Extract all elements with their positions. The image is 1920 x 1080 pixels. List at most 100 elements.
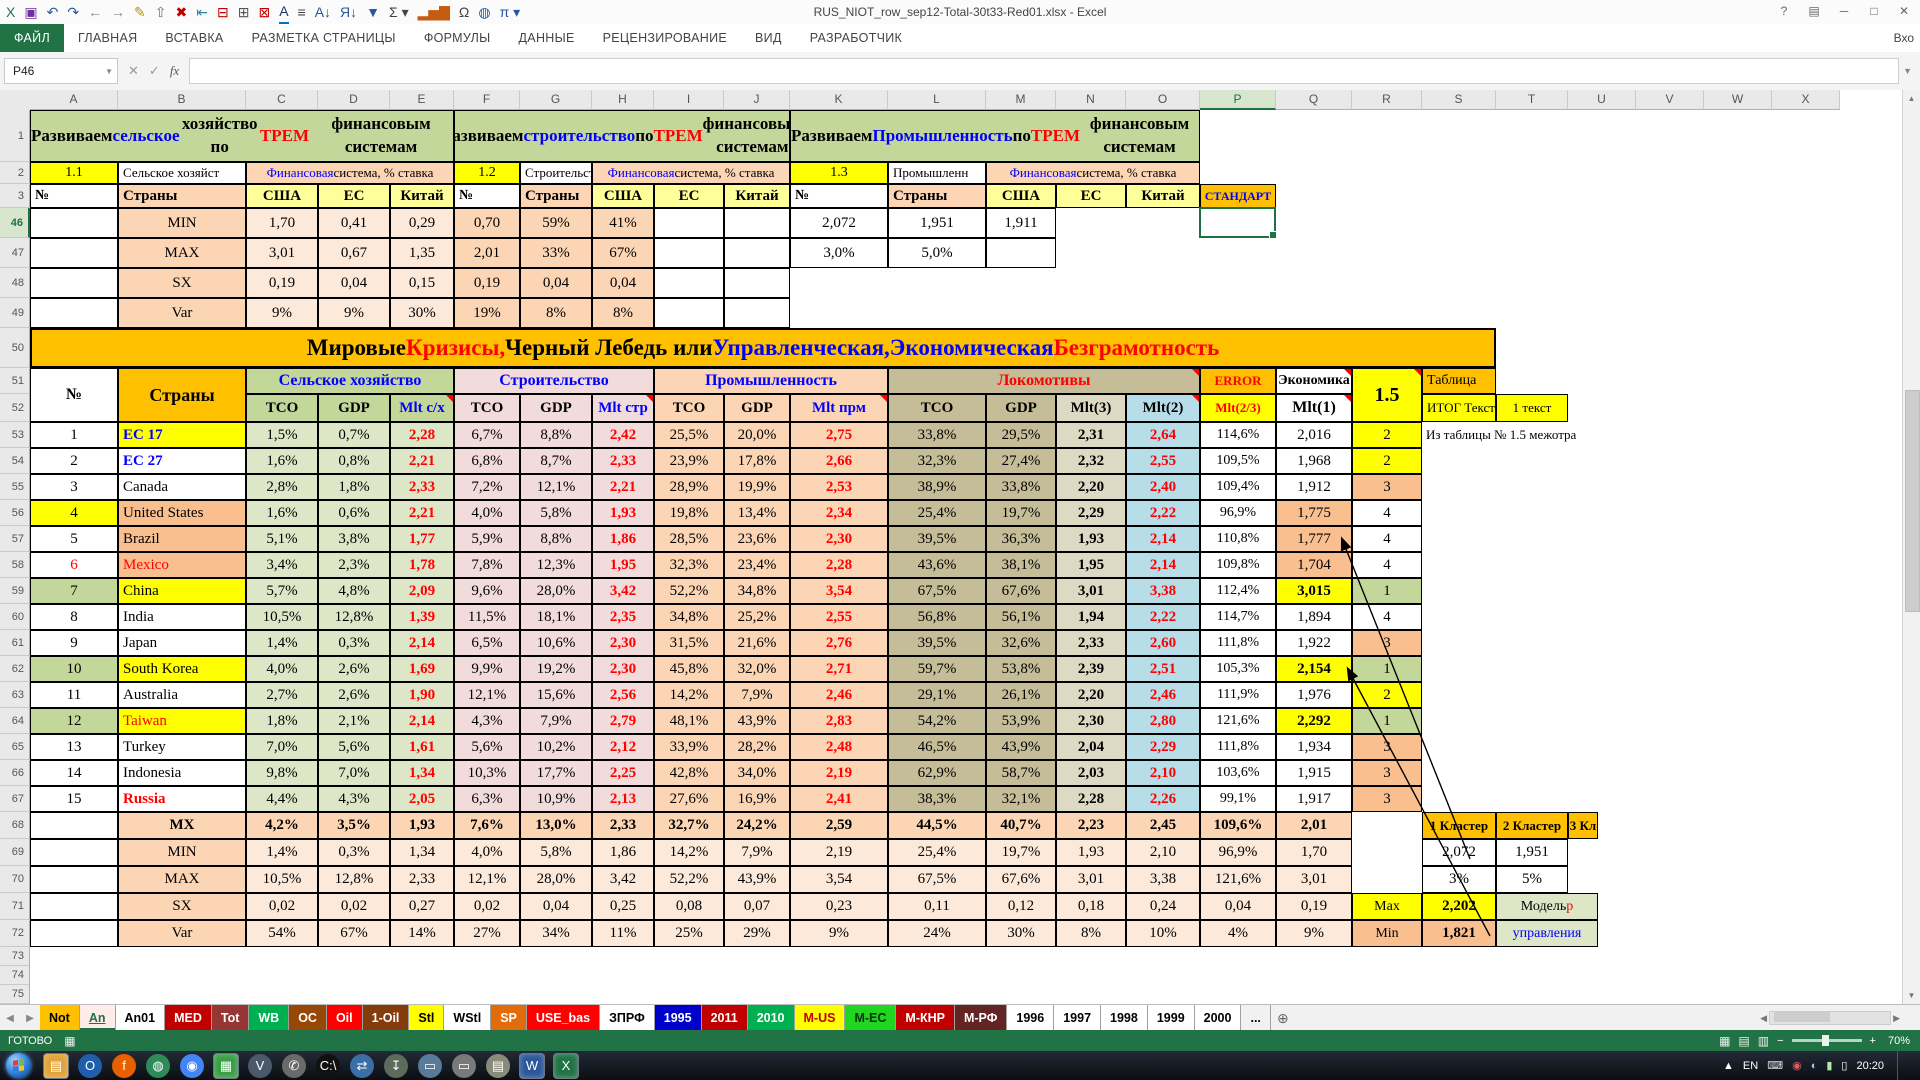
- cell-G3[interactable]: Страны: [520, 184, 592, 208]
- sheet-tab-...[interactable]: ...: [1241, 1005, 1270, 1031]
- cell-O59[interactable]: 3,38: [1126, 578, 1200, 604]
- cell-H67[interactable]: 2,13: [592, 786, 654, 812]
- cell-H70[interactable]: 3,42: [592, 866, 654, 893]
- cell-B70[interactable]: MAX: [118, 866, 246, 893]
- zoom-level[interactable]: 70%: [1888, 1035, 1910, 1047]
- row-header-2[interactable]: 2: [0, 162, 30, 184]
- cell-G59[interactable]: 28,0%: [520, 578, 592, 604]
- group-header-industry[interactable]: Промышленность: [654, 368, 888, 394]
- column-header-V[interactable]: V: [1636, 90, 1704, 110]
- sheet-tab-1998[interactable]: 1998: [1101, 1005, 1148, 1031]
- cell-Q57[interactable]: 1,777: [1276, 526, 1352, 552]
- cell-L64[interactable]: 54,2%: [888, 708, 986, 734]
- cell-A65[interactable]: 13: [30, 734, 118, 760]
- secure-lock-icon[interactable]: ↧: [384, 1054, 408, 1078]
- column-header-C[interactable]: C: [246, 90, 318, 110]
- cell-K62[interactable]: 2,71: [790, 656, 888, 682]
- column-header-G[interactable]: G: [520, 90, 592, 110]
- cell-M58[interactable]: 38,1%: [986, 552, 1056, 578]
- cell-O61[interactable]: 2,60: [1126, 630, 1200, 656]
- cell-K55[interactable]: 2,53: [790, 474, 888, 500]
- col-header-mlt1[interactable]: Mlt(1): [1276, 394, 1352, 422]
- sign-in-label[interactable]: Вхо: [1894, 24, 1920, 52]
- cell-A61[interactable]: 9: [30, 630, 118, 656]
- browser-globe-icon[interactable]: ◍: [146, 1054, 170, 1078]
- cell-G71[interactable]: 0,04: [520, 893, 592, 920]
- cell-H48[interactable]: 0,04: [592, 268, 654, 298]
- cell-N57[interactable]: 1,93: [1056, 526, 1126, 552]
- cell-M54[interactable]: 27,4%: [986, 448, 1056, 474]
- row-header-62[interactable]: 62: [0, 656, 30, 682]
- section-label-1.3[interactable]: Промышленн: [888, 162, 986, 184]
- group-header-construction[interactable]: Строительство: [454, 368, 654, 394]
- cell-H61[interactable]: 2,30: [592, 630, 654, 656]
- cell-Q66[interactable]: 1,915: [1276, 760, 1352, 786]
- cell-C69[interactable]: 1,4%: [246, 839, 318, 866]
- cell-A47[interactable]: [30, 238, 118, 268]
- delete-rows-icon[interactable]: ⊟: [217, 1, 229, 23]
- sheet-tab-1-Oil[interactable]: 1-Oil: [363, 1005, 410, 1031]
- cell-M47[interactable]: [986, 238, 1056, 268]
- sheet-tab-М-КНР[interactable]: М-КНР: [896, 1005, 955, 1031]
- col-header-Mlt(3)[interactable]: Mlt(3): [1056, 394, 1126, 422]
- cell-I46[interactable]: [654, 208, 724, 238]
- cell-J57[interactable]: 23,6%: [724, 526, 790, 552]
- cell-F3[interactable]: №: [454, 184, 520, 208]
- cell-I55[interactable]: 28,9%: [654, 474, 724, 500]
- cell-P55[interactable]: 109,4%: [1200, 474, 1276, 500]
- section-label-1.2[interactable]: Строительст: [520, 162, 592, 184]
- scroll-up-icon[interactable]: ▲: [1903, 90, 1920, 107]
- column-header-K[interactable]: K: [790, 90, 888, 110]
- cell-I72[interactable]: 25%: [654, 920, 724, 947]
- cell-Q71[interactable]: 0,19: [1276, 893, 1352, 920]
- row-header-73[interactable]: 73: [0, 947, 30, 966]
- cell-Q55[interactable]: 1,912: [1276, 474, 1352, 500]
- cell-L56[interactable]: 25,4%: [888, 500, 986, 526]
- cell-O62[interactable]: 2,51: [1126, 656, 1200, 682]
- cell-H64[interactable]: 2,79: [592, 708, 654, 734]
- cell-J64[interactable]: 43,9%: [724, 708, 790, 734]
- cell-C72[interactable]: 54%: [246, 920, 318, 947]
- cell-I66[interactable]: 42,8%: [654, 760, 724, 786]
- cell-M68[interactable]: 40,7%: [986, 812, 1056, 839]
- cell-E59[interactable]: 2,09: [390, 578, 454, 604]
- cell-L46[interactable]: 1,951: [888, 208, 986, 238]
- cell-D71[interactable]: 0,02: [318, 893, 390, 920]
- cell-F72[interactable]: 27%: [454, 920, 520, 947]
- help-button[interactable]: ?: [1770, 0, 1798, 22]
- column-header-S[interactable]: S: [1422, 90, 1496, 110]
- cell-N3[interactable]: ЕС: [1056, 184, 1126, 208]
- cell-G49[interactable]: 8%: [520, 298, 592, 328]
- sheet-tab-2011[interactable]: 2011: [702, 1005, 748, 1031]
- cell-M53[interactable]: 29,5%: [986, 422, 1056, 448]
- cell-Q65[interactable]: 1,934: [1276, 734, 1352, 760]
- sheet-tab-M-EC[interactable]: M-EC: [845, 1005, 896, 1031]
- cell-R62[interactable]: 1: [1352, 656, 1422, 682]
- cell-A53[interactable]: 1: [30, 422, 118, 448]
- cell-O68[interactable]: 2,45: [1126, 812, 1200, 839]
- cell-Q64[interactable]: 2,292: [1276, 708, 1352, 734]
- cell-B60[interactable]: India: [118, 604, 246, 630]
- cell-I62[interactable]: 45,8%: [654, 656, 724, 682]
- error-header[interactable]: ERROR: [1200, 368, 1276, 394]
- hyperlink-icon[interactable]: ◍: [478, 1, 490, 23]
- cell-E47[interactable]: 1,35: [390, 238, 454, 268]
- table-country-header[interactable]: Страны: [118, 368, 246, 422]
- cell-S68[interactable]: 1 Кластер: [1422, 812, 1496, 839]
- cell-O63[interactable]: 2,46: [1126, 682, 1200, 708]
- cell-P64[interactable]: 121,6%: [1200, 708, 1276, 734]
- cell-G68[interactable]: 13,0%: [520, 812, 592, 839]
- cell-N70[interactable]: 3,01: [1056, 866, 1126, 893]
- cell-E61[interactable]: 2,14: [390, 630, 454, 656]
- cell-R71[interactable]: Max: [1352, 893, 1422, 920]
- cell-P65[interactable]: 111,8%: [1200, 734, 1276, 760]
- cell-H68[interactable]: 2,33: [592, 812, 654, 839]
- cell-H65[interactable]: 2,12: [592, 734, 654, 760]
- cell-J61[interactable]: 21,6%: [724, 630, 790, 656]
- fill-handle[interactable]: [1269, 231, 1277, 239]
- cell-P66[interactable]: 103,6%: [1200, 760, 1276, 786]
- cell-M67[interactable]: 32,1%: [986, 786, 1056, 812]
- cell-Q54[interactable]: 1,968: [1276, 448, 1352, 474]
- cell-I69[interactable]: 14,2%: [654, 839, 724, 866]
- section-fin-header-1.3[interactable]: Финансовая система, % ставка: [986, 162, 1200, 184]
